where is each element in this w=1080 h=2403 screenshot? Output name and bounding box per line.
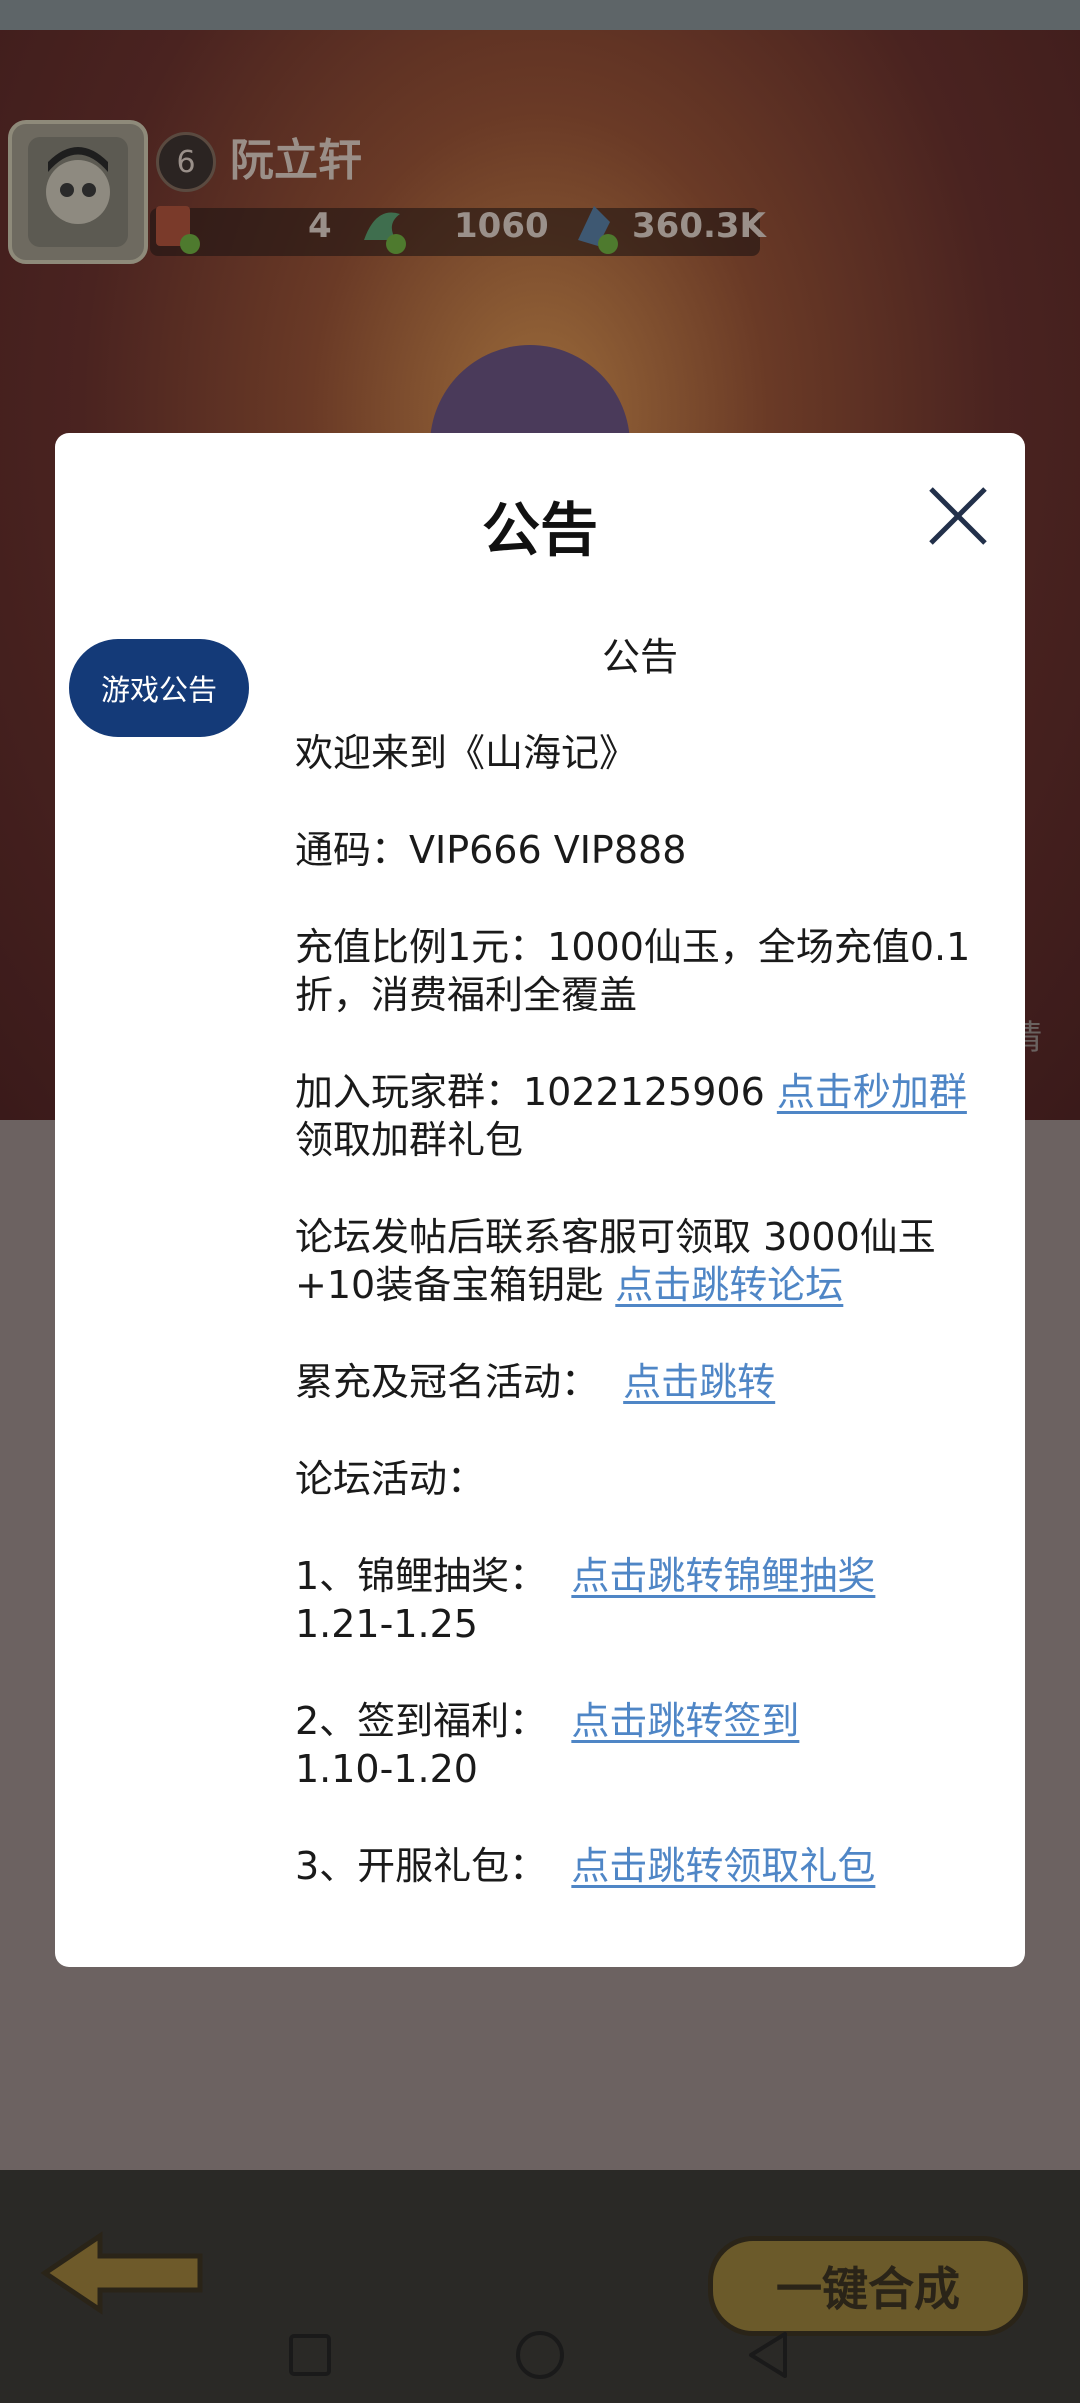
group-line: 加入玩家群：1022125906 点击秒加群 领取加群礼包: [295, 1068, 975, 1164]
recharge-line: 充值比例1元：1000仙玉，全场充值0.1折，消费福利全覆盖: [295, 925, 971, 1017]
back-nav-icon[interactable]: [733, 2320, 803, 2390]
group-suffix: 领取加群礼包: [295, 1118, 524, 1162]
currency-value-3: 360.3K: [632, 206, 766, 246]
home-icon[interactable]: [505, 2320, 575, 2390]
activity-link[interactable]: 点击跳转: [623, 1360, 775, 1404]
player-name: 阮立轩: [230, 135, 362, 186]
gift-pack-link[interactable]: 点击跳转领取礼包: [571, 1844, 875, 1888]
tab-game-announcement[interactable]: 游戏公告: [69, 639, 249, 737]
crystal-icon[interactable]: [568, 200, 620, 256]
forum-activities-heading: 论坛活动：: [295, 1457, 486, 1501]
code-line: 通码：VIP666 VIP888: [295, 828, 687, 872]
item2-label: 2、签到福利：: [295, 1699, 572, 1743]
welcome-line: 欢迎来到《山海记》: [295, 731, 638, 775]
currency-value-2: 1060: [454, 206, 549, 246]
activity-item-3: 3、开服礼包： 点击跳转领取礼包: [295, 1842, 975, 1890]
activity-line: 累充及冠名活动： 点击跳转: [295, 1358, 975, 1406]
player-avatar[interactable]: [8, 120, 148, 264]
close-icon[interactable]: [927, 485, 989, 547]
sign-in-link[interactable]: 点击跳转签到: [571, 1699, 799, 1743]
koi-lottery-link[interactable]: 点击跳转锦鲤抽奖: [571, 1554, 875, 1598]
forum-line: 论坛发帖后联系客服可领取 3000仙玉+10装备宝箱钥匙 点击跳转论坛: [295, 1213, 975, 1309]
announcement-content: 公告 欢迎来到《山海记》 通码：VIP666 VIP888 充值比例1元：100…: [295, 633, 975, 1939]
activity-item-2: 2、签到福利： 点击跳转签到 1.10-1.20: [295, 1697, 975, 1793]
item2-date: 1.10-1.20: [295, 1747, 478, 1791]
item1-label: 1、锦鲤抽奖：: [295, 1554, 572, 1598]
dialog-title: 公告: [481, 496, 598, 564]
recent-apps-icon[interactable]: [275, 2320, 345, 2390]
forum-link[interactable]: 点击跳转论坛: [615, 1263, 843, 1307]
announcement-dialog: 公告 游戏公告 公告 欢迎来到《山海记》 通码：VIP666 VIP888 充值…: [55, 433, 1025, 1967]
join-group-link[interactable]: 点击秒加群: [777, 1070, 967, 1114]
currency-value-1: 4: [308, 206, 332, 246]
avatar-face-icon: [28, 137, 128, 247]
item3-label: 3、开服礼包：: [295, 1844, 572, 1888]
jade-dragon-icon[interactable]: [356, 200, 408, 256]
red-envelope-icon[interactable]: [150, 200, 202, 256]
group-text: 加入玩家群：1022125906: [295, 1070, 777, 1114]
system-nav-bar: [0, 2300, 1080, 2403]
status-bar: [0, 0, 1080, 30]
activity-label: 累充及冠名活动：: [295, 1360, 624, 1404]
player-level-badge: 6: [156, 132, 216, 192]
activity-item-1: 1、锦鲤抽奖： 点击跳转锦鲤抽奖 1.21-1.25: [295, 1552, 975, 1648]
announcement-heading: 公告: [601, 635, 678, 679]
item1-date: 1.21-1.25: [295, 1602, 478, 1646]
